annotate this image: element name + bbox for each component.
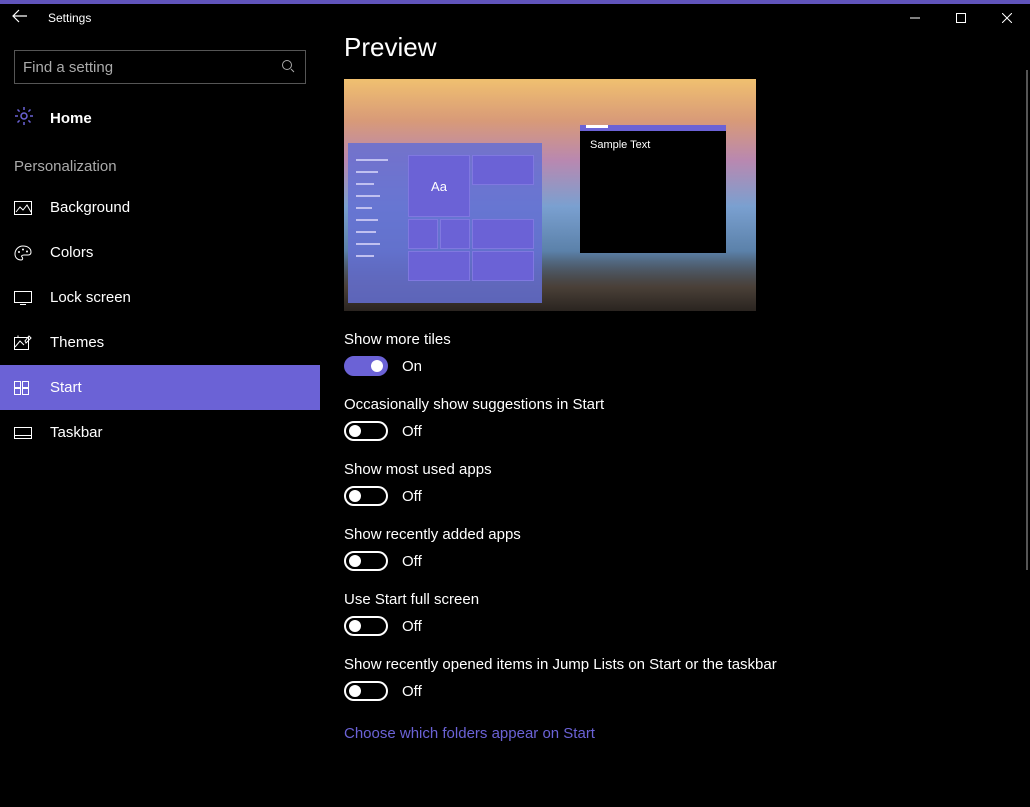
setting-group: Show recently opened items in Jump Lists… — [344, 656, 996, 701]
preview-tile — [408, 219, 438, 249]
toggle-row: Off — [344, 421, 996, 441]
toggle-state: Off — [402, 683, 422, 700]
toggle-knob — [349, 620, 361, 632]
taskbar-icon — [14, 427, 34, 439]
sidebar-item-label: Lock screen — [50, 289, 131, 306]
toggle-switch[interactable] — [344, 616, 388, 636]
gear-icon — [14, 106, 34, 130]
preview-sample-window: Sample Text — [580, 125, 726, 253]
toggle-row: Off — [344, 616, 996, 636]
preview-start-sidebar — [352, 149, 394, 299]
preview-sample-text: Sample Text — [580, 131, 726, 159]
toggle-state: Off — [402, 488, 422, 505]
toggle-knob — [371, 360, 383, 372]
themes-icon — [14, 335, 34, 351]
maximize-icon — [956, 13, 966, 23]
preview-start-menu: Aa — [348, 143, 542, 303]
colors-icon — [14, 245, 34, 261]
setting-label: Show more tiles — [344, 331, 996, 348]
setting-label: Occasionally show suggestions in Start — [344, 396, 996, 413]
setting-label: Use Start full screen — [344, 591, 996, 608]
preview-window-tab — [586, 125, 608, 128]
search-box[interactable] — [14, 50, 306, 84]
setting-group: Show more tiles On — [344, 331, 996, 376]
sidebar-item-label: Background — [50, 199, 130, 216]
setting-label: Show recently added apps — [344, 526, 996, 543]
category-title: Personalization — [0, 140, 320, 185]
toggle-switch[interactable] — [344, 421, 388, 441]
toggle-state: Off — [402, 618, 422, 635]
search-icon — [281, 59, 295, 77]
toggle-knob — [349, 425, 361, 437]
toggle-row: On — [344, 356, 996, 376]
sidebar-item-home[interactable]: Home — [0, 96, 320, 140]
preview-tile — [472, 219, 534, 249]
preview-tile — [472, 251, 534, 281]
arrow-left-icon — [12, 9, 28, 23]
start-icon — [14, 381, 34, 395]
preview-tile — [472, 155, 534, 185]
page-title: Preview — [344, 32, 996, 63]
toggle-knob — [349, 555, 361, 567]
sidebar: Home Personalization Background Colors L… — [0, 32, 320, 807]
sidebar-item-background[interactable]: Background — [0, 185, 320, 230]
sidebar-item-start[interactable]: Start — [0, 365, 320, 410]
sidebar-item-label: Themes — [50, 334, 104, 351]
toggle-state: Off — [402, 423, 422, 440]
setting-group: Use Start full screen Off — [344, 591, 996, 636]
toggle-switch[interactable] — [344, 486, 388, 506]
lockscreen-icon — [14, 291, 34, 305]
setting-group: Show most used apps Off — [344, 461, 996, 506]
close-icon — [1002, 13, 1012, 23]
setting-label: Show most used apps — [344, 461, 996, 478]
preview-tile — [440, 219, 470, 249]
preview-tile — [408, 251, 470, 281]
sidebar-item-themes[interactable]: Themes — [0, 320, 320, 365]
toggle-row: Off — [344, 551, 996, 571]
sidebar-item-label: Colors — [50, 244, 93, 261]
main-content: Preview Aa Sample Text — [320, 32, 1020, 807]
preview-start-tiles: Aa — [408, 155, 538, 299]
window-controls — [892, 4, 1030, 32]
setting-group: Occasionally show suggestions in Start Of… — [344, 396, 996, 441]
minimize-button[interactable] — [892, 4, 938, 32]
title-bar: Settings — [0, 4, 1030, 32]
scrollbar-thumb[interactable] — [1026, 70, 1028, 570]
close-button[interactable] — [984, 4, 1030, 32]
maximize-button[interactable] — [938, 4, 984, 32]
toggle-switch[interactable] — [344, 551, 388, 571]
toggle-switch[interactable] — [344, 681, 388, 701]
toggle-switch[interactable] — [344, 356, 388, 376]
toggle-knob — [349, 490, 361, 502]
preview-tile: Aa — [408, 155, 470, 217]
setting-group: Show recently added apps Off — [344, 526, 996, 571]
sidebar-item-label: Start — [50, 379, 82, 396]
toggle-row: Off — [344, 681, 996, 701]
toggle-state: Off — [402, 553, 422, 570]
back-button[interactable] — [0, 9, 40, 28]
toggle-row: Off — [344, 486, 996, 506]
window-title: Settings — [48, 11, 91, 25]
sidebar-item-lockscreen[interactable]: Lock screen — [0, 275, 320, 320]
background-icon — [14, 201, 34, 215]
sidebar-item-taskbar[interactable]: Taskbar — [0, 410, 320, 455]
setting-label: Show recently opened items in Jump Lists… — [344, 656, 996, 673]
minimize-icon — [910, 13, 920, 23]
search-input[interactable] — [23, 59, 297, 76]
scrollbar[interactable] — [1020, 40, 1030, 807]
folders-link[interactable]: Choose which folders appear on Start — [344, 725, 996, 742]
toggle-state: On — [402, 358, 422, 375]
sidebar-item-colors[interactable]: Colors — [0, 230, 320, 275]
sidebar-item-label: Taskbar — [50, 424, 103, 441]
toggle-knob — [349, 685, 361, 697]
preview-image: Aa Sample Text — [344, 79, 756, 311]
home-label: Home — [50, 110, 92, 127]
